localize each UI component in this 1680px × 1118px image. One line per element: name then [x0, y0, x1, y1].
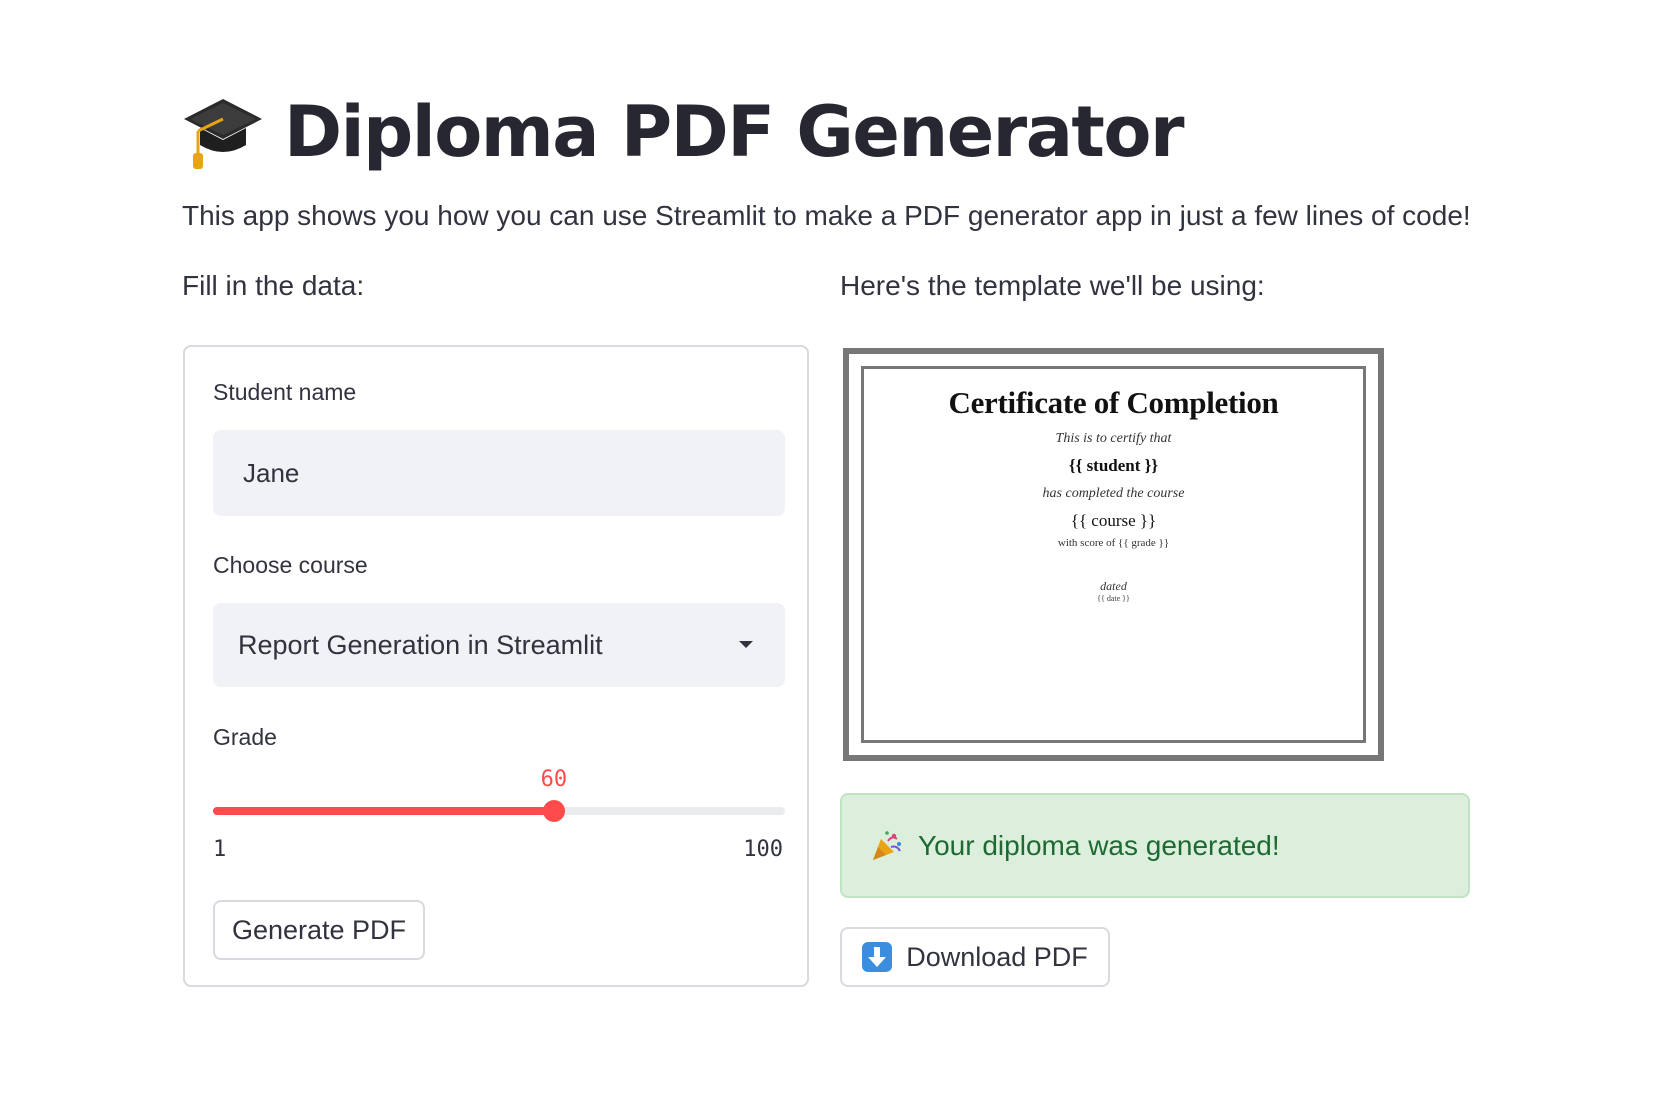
- student-name-input[interactable]: [213, 430, 785, 516]
- grade-slider-track[interactable]: [213, 800, 785, 822]
- success-alert: Your diploma was generated!: [840, 793, 1470, 898]
- template-preview: Certificate of Completion This is to cer…: [843, 348, 1384, 761]
- grade-slider-min: 1: [213, 837, 227, 862]
- down-arrow-icon: [862, 942, 893, 972]
- certificate-line-score: with score of {{ grade }}: [1057, 537, 1170, 549]
- template-column-label: Here's the template we'll be using:: [840, 270, 1265, 301]
- app-page: Diploma PDF Generator This app shows you…: [0, 0, 1680, 1118]
- intro-text: This app shows you how you can use Strea…: [182, 200, 1471, 231]
- grade-slider-value: 60: [540, 767, 568, 792]
- page-title: Diploma PDF Generator: [284, 91, 1185, 173]
- certificate-line-certify: This is to certify that: [1055, 431, 1172, 446]
- grade-slider-fill: [213, 807, 554, 815]
- chevron-down-icon: [739, 641, 753, 648]
- grade-slider-thumb[interactable]: [542, 800, 565, 822]
- student-name-label: Student name: [213, 379, 357, 405]
- page-header: Diploma PDF Generator: [182, 86, 1185, 178]
- course-selected-value: Report Generation in Streamlit: [238, 629, 603, 660]
- success-message: Your diploma was generated!: [918, 829, 1280, 861]
- diploma-form: Student name Choose course Report Genera…: [183, 345, 809, 987]
- course-select[interactable]: Report Generation in Streamlit: [213, 603, 785, 687]
- form-column-label: Fill in the data:: [182, 270, 365, 301]
- certificate-date-placeholder: {{ date }}: [1097, 594, 1130, 603]
- graduation-cap-icon: [184, 99, 262, 169]
- certificate-title: Certificate of Completion: [948, 385, 1279, 420]
- certificate-line-completed: has completed the course: [1042, 486, 1185, 501]
- grade-label: Grade: [213, 724, 277, 750]
- download-pdf-label: Download PDF: [906, 941, 1088, 972]
- generate-pdf-button[interactable]: Generate PDF: [213, 900, 425, 960]
- party-popper-icon: [873, 830, 901, 860]
- certificate-template: Certificate of Completion This is to cer…: [861, 366, 1366, 743]
- certificate-dated-label: dated: [1100, 579, 1127, 593]
- course-label: Choose course: [213, 552, 368, 578]
- certificate-course-placeholder: {{ course }}: [1070, 511, 1157, 530]
- grade-slider-max: 100: [743, 837, 783, 862]
- download-pdf-button[interactable]: Download PDF: [840, 927, 1110, 987]
- certificate-student-placeholder: {{ student }}: [1068, 456, 1159, 475]
